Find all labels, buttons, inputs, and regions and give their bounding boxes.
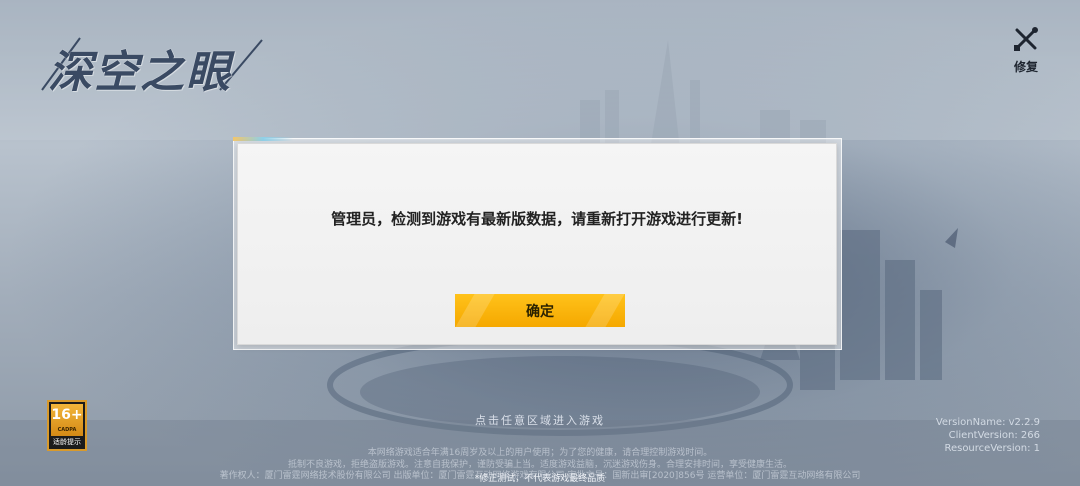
dialog-message: 管理员，检测到游戏有最新版数据，请重新打开游戏进行更新! — [331, 210, 743, 228]
test-note: *修正测试，不代表游戏最终品质 — [474, 474, 606, 484]
button-stripe — [455, 294, 495, 327]
repair-label: 修复 — [1013, 60, 1038, 74]
button-stripe — [585, 294, 625, 327]
version-name: VersionName: v2.2.9 — [935, 417, 1040, 428]
confirm-button-label: 确定 — [526, 303, 554, 320]
resource-version: ResourceVersion: 1 — [944, 443, 1040, 454]
age-rating-badge[interactable]: 16+ CADPA 适龄提示 — [47, 400, 87, 451]
age-rating-value: 16+ — [51, 407, 83, 423]
age-rating-org: CADPA — [57, 427, 77, 433]
logo-text: 深空之眼 — [48, 47, 232, 98]
age-rating-plate: 16+ CADPA — [51, 404, 83, 436]
confirm-button[interactable]: 确定 — [455, 294, 625, 327]
age-rating-label: 适龄提示 — [53, 438, 81, 446]
update-dialog: 管理员，检测到游戏有最新版数据，请重新打开游戏进行更新! 确定 — [237, 143, 837, 345]
dialog-corner-accent — [233, 137, 293, 141]
client-version: ClientVersion: 266 — [948, 430, 1040, 441]
game-logo: 深空之眼 — [40, 30, 266, 98]
wrench-screwdriver-icon — [1014, 27, 1038, 51]
game-launch-screen[interactable]: 深空之眼 修复 管理员，检测到游戏有最新版数据，请重新打开游戏进行更新! 确定 … — [0, 0, 1080, 486]
repair-button[interactable]: 修复 — [1004, 26, 1048, 74]
